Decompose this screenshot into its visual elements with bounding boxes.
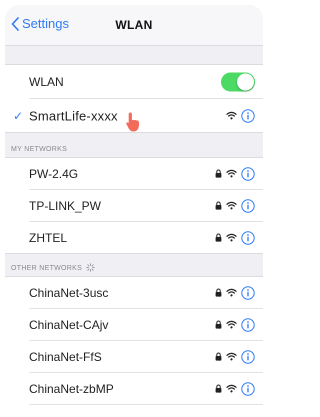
network-row[interactable]: ChinaNet-3usc [5,277,263,308]
info-icon[interactable] [241,285,255,300]
network-name: ChinaNet-zbMP [29,381,114,396]
other-networks-list: ChinaNet-3usc ChinaNet-CAjv ChinaNet-FfS… [5,276,263,417]
network-row[interactable]: ChinaNet-zbMP [5,373,263,404]
lock-icon [215,288,222,297]
network-name: ChinaNet-CAjv [29,317,109,332]
lock-icon [215,169,222,178]
wifi-icon [226,169,237,178]
wlan-label: WLAN [29,74,64,89]
loading-spinner-icon [86,263,95,272]
checkmark-icon: ✓ [13,108,24,123]
network-row[interactable]: TP-LINK_PW [5,190,263,221]
navigation-bar: Settings WLAN [5,5,263,46]
wifi-icon [226,111,237,120]
my-networks-list: PW-2.4G TP-LINK_PW ZHTEL [5,157,263,254]
wlan-toggle[interactable] [221,72,255,91]
info-icon[interactable] [241,108,255,123]
info-icon[interactable] [241,198,255,213]
info-icon[interactable] [241,230,255,245]
other-networks-header-label: OTHER NETWORKS [11,265,83,272]
wifi-icon [226,320,237,329]
info-icon[interactable] [241,317,255,332]
lock-icon [215,201,222,210]
wifi-icon [226,233,237,242]
wifi-icon [226,384,237,393]
my-networks-header: MY NETWORKS [11,146,68,153]
other-networks-header: OTHER NETWORKS [5,254,263,276]
wifi-icon [226,288,237,297]
toggle-knob [237,73,254,90]
info-icon[interactable] [241,349,255,364]
wlan-settings-screen: Settings WLAN WLAN ✓ SmartLife-xxxx MY N… [5,5,263,417]
network-row[interactable]: ChinaNet-CAjv [5,309,263,340]
pointer-hand-icon [126,112,140,132]
network-row[interactable]: ZHTEL [5,222,263,253]
network-name: PW-2.4G [29,166,79,181]
lock-icon [215,233,222,242]
network-name: ZHTEL [29,230,68,245]
wifi-icon [226,201,237,210]
lock-icon [215,384,222,393]
lock-icon [215,320,222,329]
page-title: WLAN [115,18,153,32]
network-row[interactable]: PW-2.4G [5,158,263,189]
network-name: ChinaNet-3usc [29,285,109,300]
network-name: TP-LINK_PW [29,198,102,213]
current-network-name: SmartLife-xxxx [29,108,118,123]
info-icon[interactable] [241,166,255,181]
network-row[interactable]: ChinaNet-FfS [5,341,263,372]
network-name: ChinaNet-FfS [29,349,102,364]
wifi-icon [226,352,237,361]
info-icon[interactable] [241,381,255,396]
lock-icon [215,352,222,361]
wlan-toggle-row: WLAN [5,65,263,98]
network-row-partial[interactable] [5,405,263,417]
